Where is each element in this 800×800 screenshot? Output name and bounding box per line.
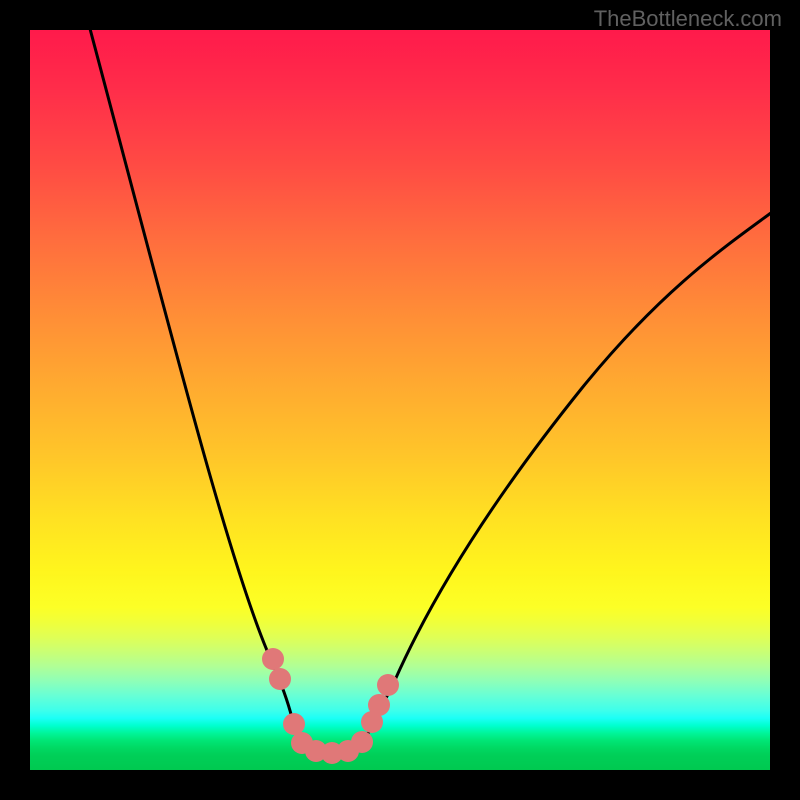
marker-point [262, 648, 284, 670]
marker-group [262, 648, 399, 764]
curve-layer [30, 30, 770, 770]
left-curve [85, 30, 303, 746]
right-curve [360, 210, 770, 746]
chart-frame: TheBottleneck.com [0, 0, 800, 800]
marker-point [377, 674, 399, 696]
marker-point [368, 694, 390, 716]
marker-point [269, 668, 291, 690]
marker-point [351, 731, 373, 753]
watermark-text: TheBottleneck.com [594, 6, 782, 32]
marker-point [283, 713, 305, 735]
plot-area [30, 30, 770, 770]
